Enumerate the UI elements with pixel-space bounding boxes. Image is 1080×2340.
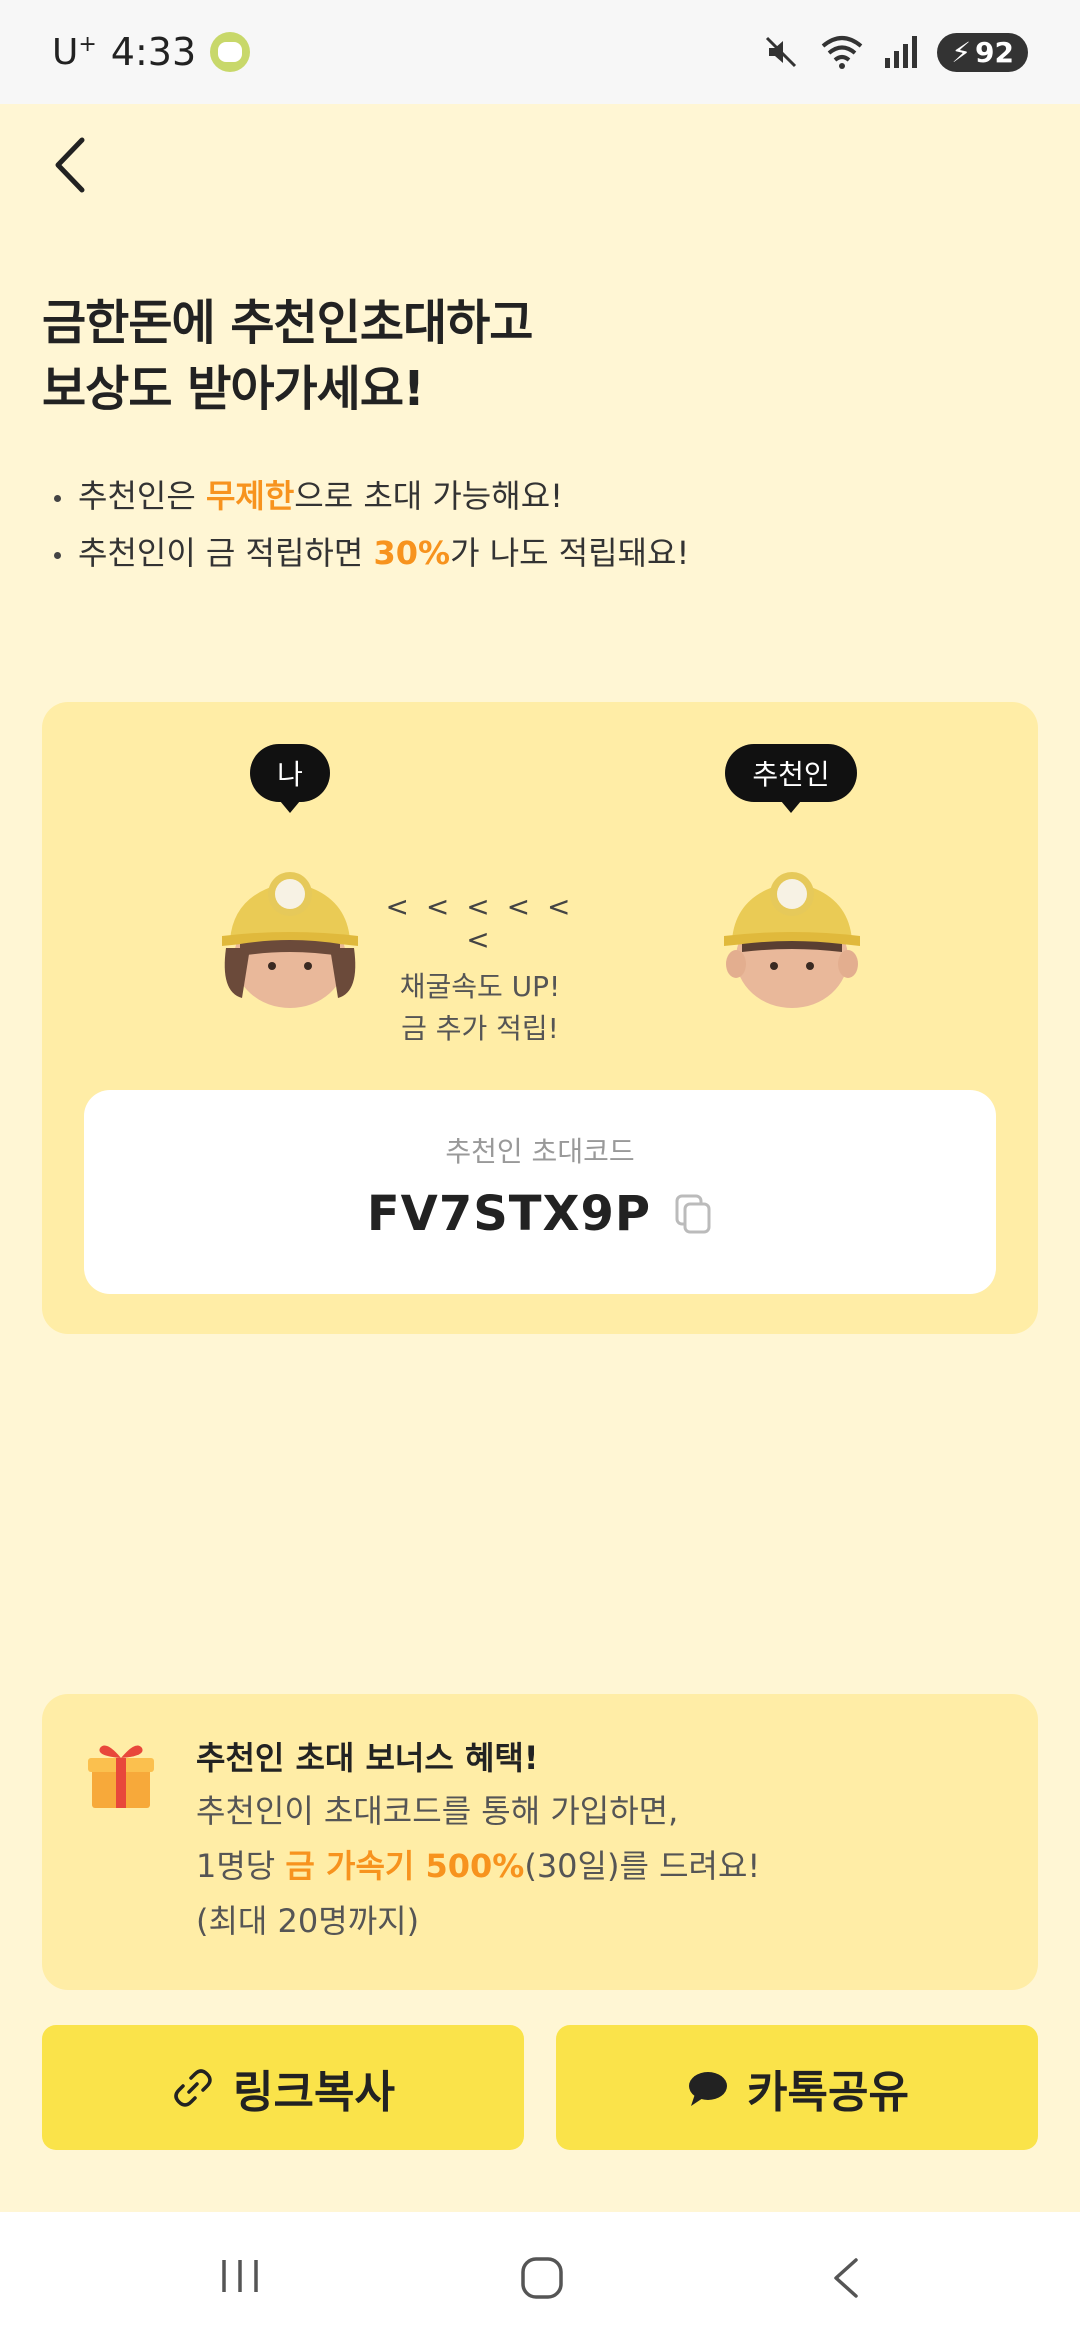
- invite-code-label: 추천인 초대코드: [445, 1135, 635, 1168]
- miner-boy-avatar: [724, 872, 860, 1008]
- app-notification-icon: [210, 32, 251, 72]
- system-nav-bar: [0, 2212, 1080, 2340]
- benefit-item: 추천인은 무제한으로 초대 가능해요!: [52, 468, 689, 525]
- me-bubble: 나: [250, 744, 330, 813]
- kakao-share-label: 카톡공유: [747, 2066, 909, 2118]
- page-title: 금한돈에 추천인초대하고 보상도 받아가세요!: [42, 295, 533, 417]
- invite-code-value: FV7STX9P: [366, 1186, 652, 1242]
- invite-card: 나 추천인 < < < < < < 채굴속도 UP! 금 추가 적립! 추천인 …: [42, 702, 1038, 1334]
- bonus-card: 추천인 초대 보너스 혜택! 추천인이 초대코드를 통해 가입하면, 1명당 금…: [42, 1694, 1038, 1990]
- transfer-indicator: < < < < < < 채굴속도 UP! 금 추가 적립!: [385, 890, 575, 1045]
- bonus-line: (최대 20명까지): [196, 1902, 420, 1940]
- referrer-bubble: 추천인: [725, 744, 857, 813]
- gift-icon: [88, 1745, 154, 1808]
- recent-apps-icon[interactable]: [218, 2256, 262, 2296]
- copy-link-button[interactable]: 링크복사: [42, 2025, 524, 2150]
- copy-icon[interactable]: [673, 1192, 713, 1236]
- clock: 4:33: [110, 30, 197, 74]
- copy-link-label: 링크복사: [233, 2066, 395, 2118]
- signal-icon: [885, 36, 918, 68]
- benefit-item: 추천인이 금 적립하면 30%가 나도 적립돼요!: [52, 525, 689, 582]
- nav-back-icon[interactable]: [828, 2256, 864, 2300]
- carrier-label: U+: [52, 31, 97, 73]
- battery-icon: ⚡ 92: [937, 32, 1028, 72]
- status-bar: U+ 4:33 ⚡ 92: [0, 0, 1080, 104]
- miner-girl-avatar: [222, 872, 358, 1008]
- back-chevron-icon[interactable]: [44, 130, 104, 200]
- chat-bubble-icon: [689, 2071, 728, 2106]
- kakao-share-button[interactable]: 카톡공유: [556, 2025, 1038, 2150]
- bonus-line: 1명당 금 가속기 500%(30일)를 드려요!: [196, 1847, 761, 1885]
- wifi-icon: [822, 36, 863, 69]
- bonus-line: 추천인이 초대코드를 통해 가입하면,: [196, 1792, 679, 1830]
- home-icon[interactable]: [520, 2256, 564, 2300]
- invite-code-box: 추천인 초대코드 FV7STX9P: [84, 1090, 996, 1294]
- benefit-list: 추천인은 무제한으로 초대 가능해요! 추천인이 금 적립하면 30%가 나도 …: [52, 468, 689, 582]
- link-icon: [174, 2068, 212, 2107]
- bonus-title: 추천인 초대 보너스 혜택!: [196, 1739, 539, 1777]
- mute-icon: [766, 36, 797, 68]
